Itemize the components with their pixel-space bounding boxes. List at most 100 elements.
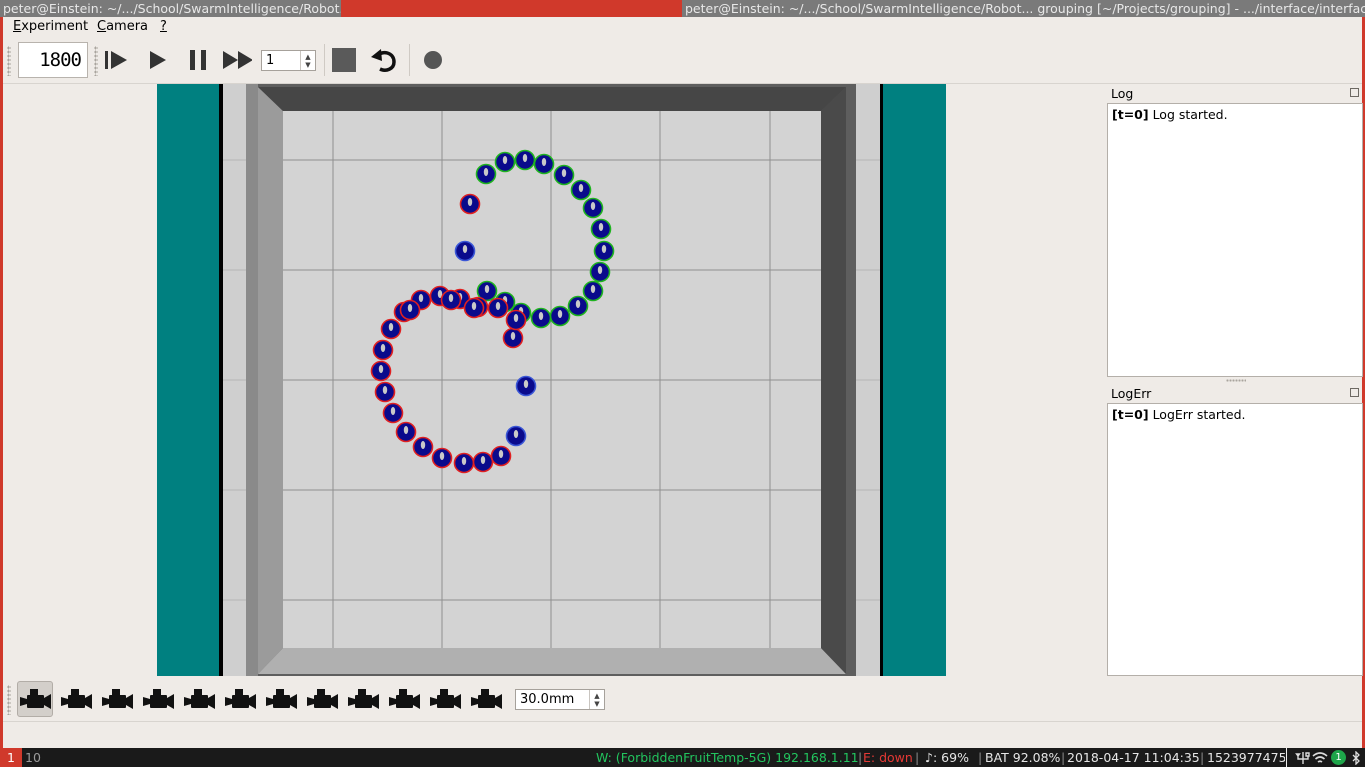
menu-experiment[interactable]: Experiment	[13, 19, 88, 34]
log-message: Log started.	[1152, 107, 1228, 122]
logerr-time-tag: [t=0]	[1112, 407, 1149, 422]
camera-button-3[interactable]	[99, 681, 135, 717]
menu-camera[interactable]: Camera	[97, 19, 148, 34]
taskbar-window-2[interactable]: peter@Einstein: ~/.../School/SwarmIntell…	[682, 0, 1365, 17]
taskbar-window-1[interactable]: peter@Einstein: ~/.../School/SwarmIntell…	[0, 0, 341, 17]
menu-help[interactable]: ?	[160, 19, 167, 34]
video-camera-icon	[20, 689, 51, 709]
menu-experiment-rest: xperiment	[21, 19, 89, 34]
spin-down-icon[interactable]: ▼	[305, 61, 310, 69]
robot-sensor	[590, 202, 596, 210]
camera-button-2[interactable]	[58, 681, 94, 717]
panel-splitter-handle[interactable]	[1226, 379, 1246, 382]
sep: |	[978, 750, 983, 765]
toolbar-grip-2[interactable]	[94, 46, 98, 76]
focal-length-arrows[interactable]: ▲ ▼	[589, 690, 604, 709]
menu-bar: Experiment Camera ?	[3, 17, 1362, 38]
video-camera-icon	[184, 689, 215, 709]
fast-forward-button[interactable]	[222, 45, 252, 75]
battery-status: BAT 92.08%	[985, 750, 1061, 765]
pause-button[interactable]	[183, 45, 213, 75]
camera-button-5[interactable]	[181, 681, 217, 717]
record-icon	[424, 51, 442, 69]
wifi-icon[interactable]	[1312, 751, 1328, 765]
epoch-status: 1523977475	[1207, 750, 1285, 765]
usb-icon[interactable]	[1295, 751, 1311, 765]
robot-sensor	[510, 332, 516, 340]
play-button[interactable]	[142, 45, 172, 75]
bluetooth-icon[interactable]	[1350, 751, 1362, 765]
step-button[interactable]	[101, 45, 131, 75]
video-camera-icon	[143, 689, 174, 709]
workspace-1[interactable]: 1	[0, 748, 22, 767]
video-camera-icon	[102, 689, 133, 709]
camera-button-7[interactable]	[263, 681, 299, 717]
stop-icon	[332, 48, 356, 72]
focal-length-value: 30.0mm	[520, 692, 575, 707]
robot-sensor	[382, 386, 388, 394]
robot-sensor	[513, 314, 519, 322]
camera-button-1[interactable]	[17, 681, 53, 717]
robot-sensor	[598, 223, 604, 231]
wall-bottom-face	[258, 648, 846, 674]
robot-sensor	[390, 407, 396, 415]
video-camera-icon	[430, 689, 461, 709]
wall-top-face	[258, 87, 846, 111]
log-panel[interactable]: [t=0] Log started.	[1107, 103, 1363, 377]
log-panel-title: Log	[1111, 86, 1134, 101]
log-undock-icon[interactable]	[1350, 88, 1359, 97]
logerr-undock-icon[interactable]	[1350, 388, 1359, 397]
camera-button-9[interactable]	[345, 681, 381, 717]
camera-button-4[interactable]	[140, 681, 176, 717]
robot-sensor	[498, 450, 504, 458]
toolbar-separator-2	[409, 44, 410, 76]
step-icon	[105, 51, 127, 69]
robot-sensor	[403, 426, 409, 434]
robot-sensor	[557, 310, 563, 318]
video-camera-icon	[471, 689, 502, 709]
workspace-10[interactable]: 10	[22, 748, 44, 767]
arena-edge-left	[219, 84, 223, 676]
pause-icon	[190, 50, 206, 70]
notification-badge[interactable]: 1	[1331, 750, 1346, 765]
arena-view[interactable]	[157, 84, 946, 676]
play-icon	[150, 51, 166, 69]
menu-experiment-mnemonic: E	[13, 19, 22, 34]
camera-button-6[interactable]	[222, 681, 258, 717]
robot-sensor	[523, 380, 529, 388]
robot-sensor	[467, 198, 473, 206]
robot-sensor	[420, 441, 426, 449]
camera-button-12[interactable]	[468, 681, 504, 717]
logerr-panel-title: LogErr	[1111, 386, 1152, 401]
step-size-spinbox[interactable]: 1 ▲ ▼	[261, 50, 316, 71]
log-time-tag: [t=0]	[1112, 107, 1149, 122]
stop-button[interactable]	[329, 45, 359, 75]
sep: |	[858, 750, 863, 765]
logerr-message: LogErr started.	[1152, 407, 1246, 422]
step-size-arrows[interactable]: ▲ ▼	[300, 51, 315, 70]
spin-up-icon[interactable]: ▲	[594, 692, 599, 700]
toolbar-grip[interactable]	[7, 46, 11, 76]
record-button[interactable]	[418, 45, 448, 75]
camera-toolbar-grip[interactable]	[7, 685, 11, 715]
robot-sensor	[513, 430, 519, 438]
robot-sensor	[448, 294, 454, 302]
focal-length-spinbox[interactable]: 30.0mm ▲ ▼	[515, 689, 605, 710]
camera-button-11[interactable]	[427, 681, 463, 717]
robot-sensor	[461, 457, 467, 465]
spin-down-icon[interactable]: ▼	[594, 700, 599, 708]
fast-forward-icon	[223, 51, 252, 69]
robot-sensor	[407, 304, 413, 312]
video-camera-icon	[307, 689, 338, 709]
robot-sensor	[561, 169, 567, 177]
logerr-panel[interactable]: [t=0] LogErr started.	[1107, 403, 1363, 676]
camera-button-10[interactable]	[386, 681, 422, 717]
reset-button[interactable]	[369, 45, 399, 75]
spin-up-icon[interactable]: ▲	[305, 53, 310, 61]
menu-camera-rest: amera	[106, 19, 149, 34]
toolbar-separator	[324, 44, 325, 76]
robot-sensor	[575, 300, 581, 308]
camera-button-8[interactable]	[304, 681, 340, 717]
wall-right-face	[821, 87, 846, 674]
menu-camera-mnemonic: C	[97, 19, 107, 34]
